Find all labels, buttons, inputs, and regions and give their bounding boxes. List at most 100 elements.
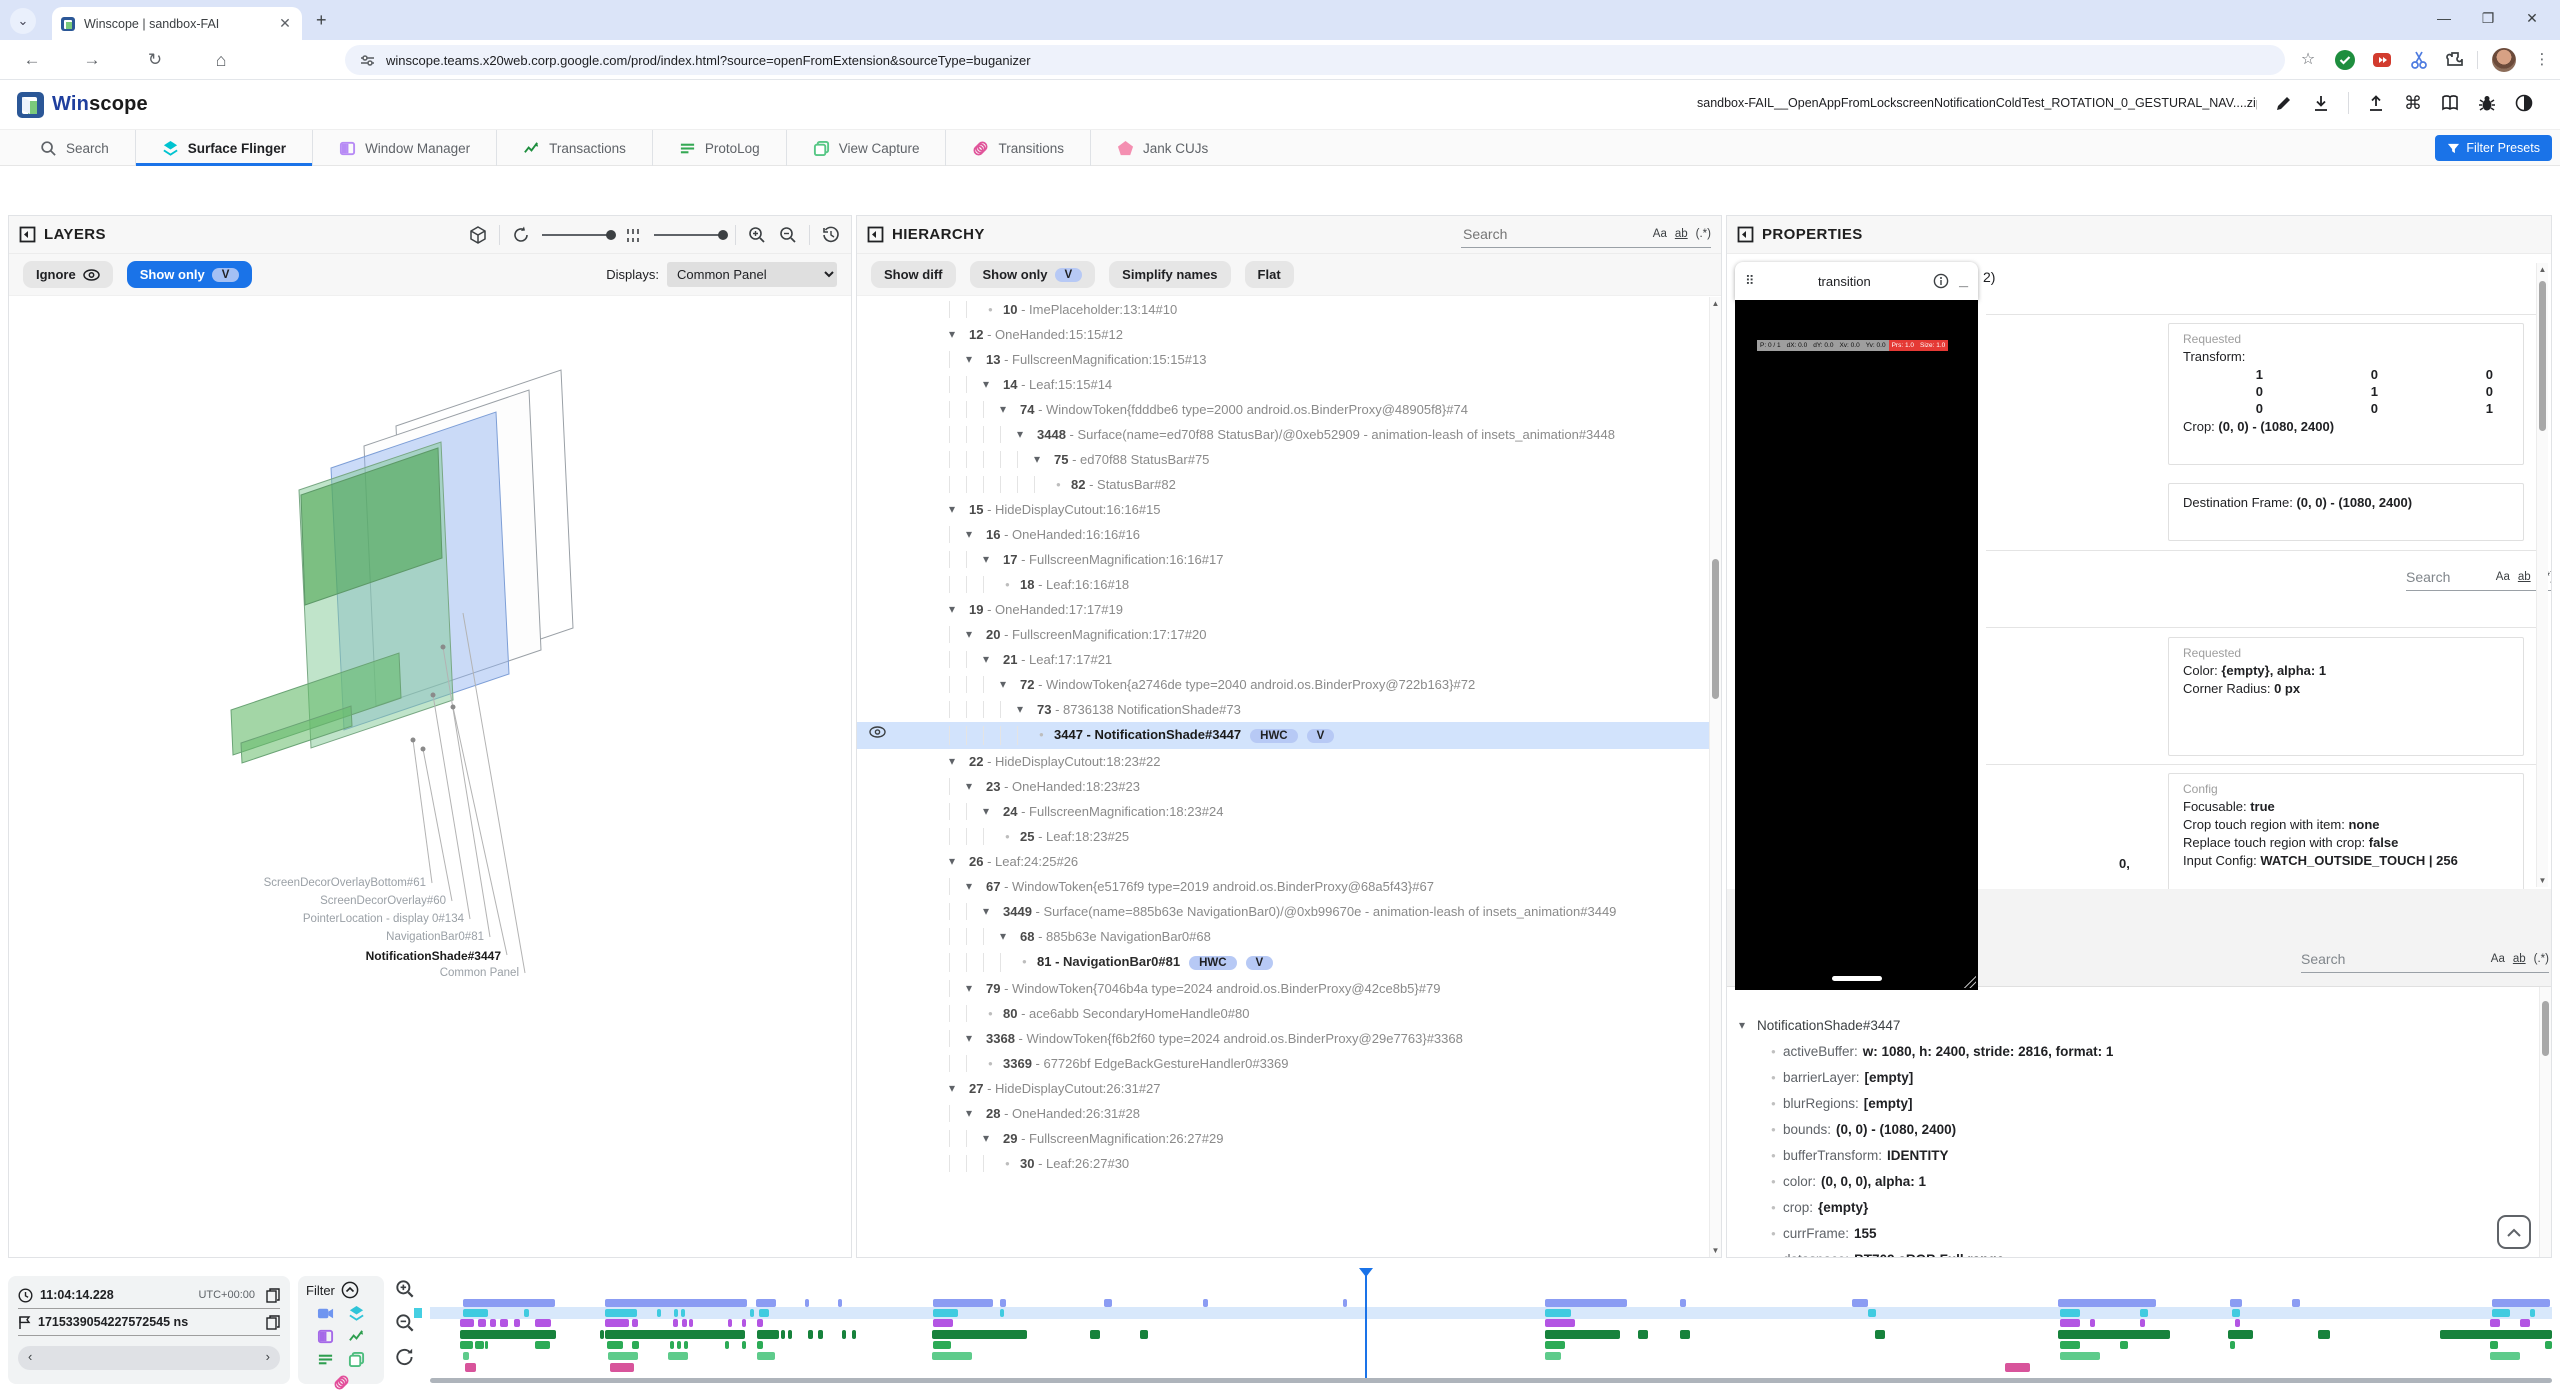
hierarchy-node-29[interactable]: ▾29 - FullscreenMagnification:26:27#29 [857, 1126, 1709, 1151]
timeline-segment-track6[interactable] [608, 1352, 638, 1360]
hierarchy-node-17[interactable]: ▾17 - FullscreenMagnification:16:16#17 [857, 547, 1709, 572]
timeline-segment-track3[interactable] [460, 1319, 474, 1327]
range-next-icon[interactable]: › [266, 1349, 270, 1364]
timeline-segment-track1[interactable] [1852, 1299, 1868, 1307]
timeline-segment-track4[interactable] [2058, 1330, 2170, 1339]
tab-transactions[interactable]: Transactions [496, 130, 652, 166]
timeline-segment-track1[interactable] [933, 1299, 993, 1307]
timeline-segment-track2[interactable] [759, 1309, 769, 1317]
proto-property-dataspace[interactable]: ●dataspace:BT709 sRGB Full range [1727, 1246, 2551, 1258]
timeline-segment-track3[interactable] [933, 1319, 953, 1327]
timeline-segment-track5[interactable] [460, 1341, 473, 1349]
simplify-names-chip[interactable]: Simplify names [1109, 261, 1230, 288]
properties-search[interactable]: Search Aa ab (.*) [2406, 564, 2552, 591]
window-close-icon[interactable]: ✕ [2520, 10, 2544, 27]
properties-scrollbar[interactable]: ▲ ▼ [2536, 263, 2548, 887]
hierarchy-node-82[interactable]: ●82 - StatusBar#82 [857, 472, 1709, 497]
timeline-segment-track2[interactable] [674, 1309, 678, 1317]
hierarchy-node-15[interactable]: ▾15 - HideDisplayCutout:16:16#15 [857, 497, 1709, 522]
home-icon[interactable]: ⌂ [209, 48, 233, 72]
timeline-segment-track1[interactable] [605, 1299, 747, 1307]
hierarchy-node-30[interactable]: ●30 - Leaf:26:27#30 [857, 1151, 1709, 1176]
timeline-segment-track1[interactable] [2230, 1299, 2242, 1307]
tab-surface-flinger[interactable]: Surface Flinger [135, 130, 312, 166]
edit-pencil-icon[interactable] [2274, 93, 2294, 113]
filter-presets-button[interactable]: Filter Presets [2435, 135, 2552, 161]
profile-avatar[interactable] [2492, 48, 2516, 72]
copy-icon[interactable] [266, 1288, 280, 1303]
forward-icon[interactable]: → [80, 48, 104, 72]
tab-view-capture[interactable]: View Capture [786, 130, 946, 166]
timeline-segment-track4[interactable] [757, 1330, 779, 1339]
hierarchy-node-13[interactable]: ▾13 - FullscreenMagnification:15:15#13 [857, 347, 1709, 372]
hierarchy-node-10[interactable]: ●10 - ImePlaceholder:13:14#10 [857, 297, 1709, 322]
timeline-segment-track1[interactable] [1680, 1299, 1686, 1307]
hierarchy-node-19[interactable]: ▾19 - OneHanded:17:17#19 [857, 597, 1709, 622]
proto-property-bounds[interactable]: ●bounds:(0, 0) - (1080, 2400) [1727, 1116, 2551, 1142]
flat-chip[interactable]: Flat [1245, 261, 1294, 288]
proto-root-node[interactable]: ▾NotificationShade#3447 [1727, 1012, 2551, 1038]
expand-arrow-icon[interactable]: ▾ [966, 526, 986, 543]
timeline-segment-track1[interactable] [1000, 1299, 1006, 1307]
hierarchy-node-73[interactable]: ▾73 - 8736138 NotificationShade#73 [857, 697, 1709, 722]
hierarchy-node-3449[interactable]: ▾3449 - Surface(name=885b63e NavigationB… [857, 899, 1709, 924]
timeline-segment-track2[interactable] [681, 1309, 685, 1317]
timeline-segment-track5[interactable] [2545, 1341, 2552, 1349]
match-case-icon[interactable]: Aa [1653, 228, 1667, 240]
proto-property-color[interactable]: ●color:(0, 0, 0), alpha: 1 [1727, 1168, 2551, 1194]
proto-property-blurRegions[interactable]: ●blurRegions:[empty] [1727, 1090, 2551, 1116]
expand-arrow-icon[interactable]: ▾ [983, 651, 1003, 668]
bookmark-star-icon[interactable]: ☆ [2296, 48, 2320, 72]
timeline-segment-track3[interactable] [757, 1319, 763, 1327]
expand-arrow-icon[interactable]: ▾ [966, 778, 986, 795]
timeline-segment-track5[interactable] [485, 1341, 488, 1349]
expand-arrow-icon[interactable]: ▾ [1000, 401, 1020, 418]
back-icon[interactable]: ← [20, 48, 44, 72]
hierarchy-scrollbar[interactable]: ▲ ▼ [1709, 297, 1721, 1257]
displays-select[interactable]: Common Panel [667, 262, 837, 287]
extension-check-icon[interactable] [2334, 49, 2356, 71]
expand-arrow-icon[interactable]: ▾ [983, 903, 1003, 920]
timeline-segment-track1[interactable] [756, 1299, 776, 1307]
extension-red-icon[interactable] [2371, 49, 2393, 71]
timeline-segment-track4[interactable] [460, 1330, 556, 1339]
timeline-segment-track4[interactable] [1090, 1330, 1100, 1339]
timeline-segment-track4[interactable] [788, 1330, 792, 1339]
new-tab-button[interactable]: + [316, 12, 327, 28]
zoom-in-icon[interactable] [394, 1278, 424, 1300]
info-icon[interactable] [1933, 273, 1949, 289]
timeline-segment-track5[interactable] [1545, 1341, 1565, 1349]
whole-word-icon[interactable]: ab [1675, 228, 1688, 240]
proto-property-crop[interactable]: ●crop:{empty} [1727, 1194, 2551, 1220]
timeline-segment-track1[interactable] [1104, 1299, 1112, 1307]
timeline-segment-track1[interactable] [1545, 1299, 1627, 1307]
proto-search[interactable]: Search Aa ab (.*) [2301, 946, 2549, 973]
tab-protolog[interactable]: ProtoLog [652, 130, 786, 166]
collapse-panel-icon[interactable] [867, 226, 884, 243]
timeline-tracks[interactable] [430, 1268, 2552, 1392]
timeline-segment-track3[interactable] [673, 1319, 678, 1327]
download-icon[interactable] [2311, 93, 2331, 113]
reset-view-history-icon[interactable] [821, 225, 841, 245]
report-bug-icon[interactable] [2477, 93, 2497, 113]
timeline-segment-track2[interactable] [2060, 1309, 2080, 1317]
list-trace-filter-icon[interactable] [317, 1351, 334, 1368]
site-settings-icon[interactable] [359, 52, 376, 69]
timeline-segment-track5[interactable] [535, 1341, 550, 1349]
timeline-segment-track5[interactable] [632, 1341, 639, 1349]
hierarchy-node-75[interactable]: ▾75 - ed70f88 StatusBar#75 [857, 447, 1709, 472]
hierarchy-node-3368[interactable]: ▾3368 - WindowToken{f6b2f60 type=2024 an… [857, 1026, 1709, 1051]
hierarchy-node-23[interactable]: ▾23 - OneHanded:18:23#23 [857, 774, 1709, 799]
reset-zoom-icon[interactable] [394, 1346, 424, 1368]
timeline-segment-track5[interactable] [757, 1341, 763, 1349]
hierarchy-node-79[interactable]: ▾79 - WindowToken{7046b4a type=2024 andr… [857, 976, 1709, 1001]
address-bar[interactable]: winscope.teams.x20web.corp.google.com/pr… [345, 45, 2285, 75]
rotation-slider[interactable] [542, 234, 612, 236]
hierarchy-node-67[interactable]: ▾67 - WindowToken{e5176f9 type=2019 andr… [857, 874, 1709, 899]
timeline-segment-track4[interactable] [781, 1330, 785, 1339]
layer-label[interactable]: PointerLocation - display 0#134 [303, 913, 464, 925]
hierarchy-node-3448[interactable]: ▾3448 - Surface(name=ed70f88 StatusBar)/… [857, 422, 1709, 447]
shortcuts-command-icon[interactable]: ⌘ [2403, 93, 2423, 113]
layer-spacing-icon[interactable] [623, 225, 643, 245]
timeline-segment-track4[interactable] [605, 1330, 745, 1339]
